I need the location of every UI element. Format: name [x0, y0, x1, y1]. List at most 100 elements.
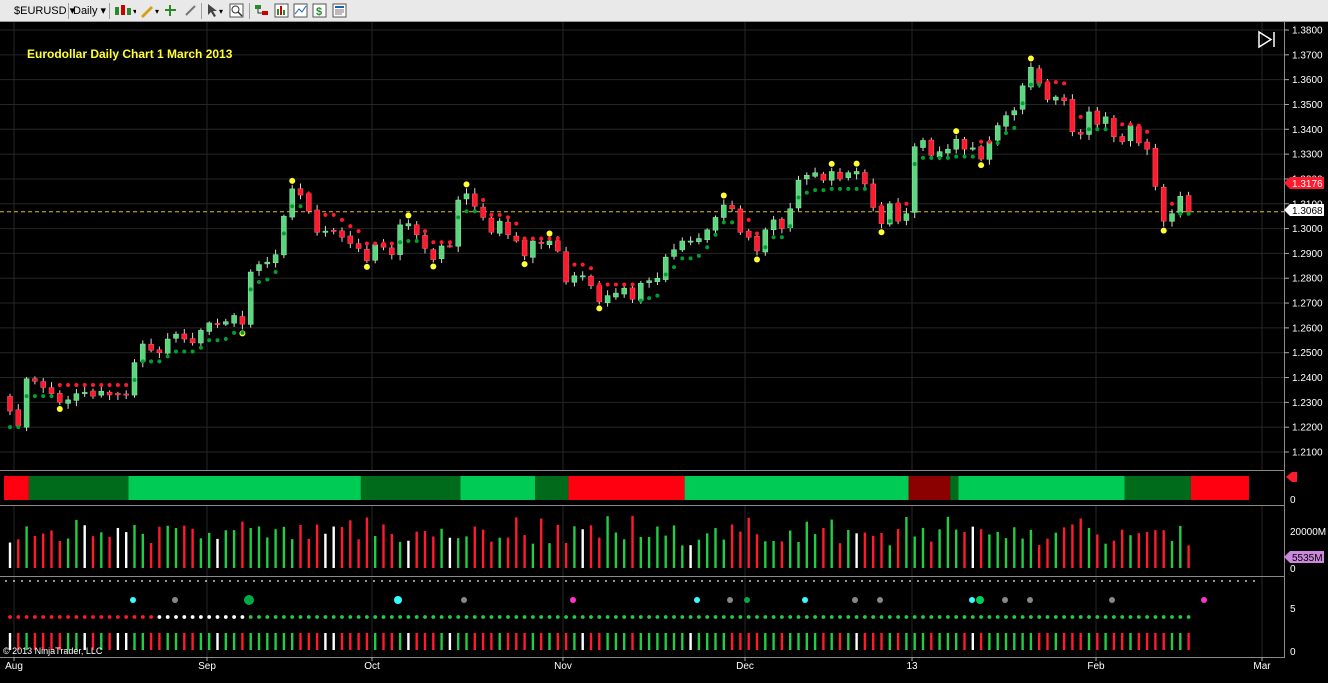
indicator-segment: [28, 476, 129, 500]
crosshair-icon[interactable]: [163, 3, 178, 18]
lower-tick-label: 5: [1290, 604, 1296, 615]
lower-bar: [1029, 633, 1033, 650]
svg-text:▾: ▾: [133, 7, 136, 16]
candle-body: [795, 179, 802, 209]
lower-dot: [282, 615, 286, 619]
lower-dot: [813, 615, 817, 619]
candle-body: [1077, 132, 1084, 135]
volume-bar: [921, 527, 925, 568]
lower-dot: [157, 615, 162, 619]
pointer-icon[interactable]: ▾: [206, 3, 226, 18]
lower-bar: [772, 633, 775, 650]
lower-bar: [531, 633, 535, 650]
panel-dot: [373, 580, 375, 582]
candle-body: [770, 219, 777, 230]
scroll-to-end-icon[interactable]: [1258, 30, 1275, 49]
period-selector[interactable]: Daily ▾: [73, 3, 106, 19]
swing-high-marker: [289, 177, 296, 184]
volume-bar: [739, 531, 742, 568]
panel-dot: [1005, 580, 1007, 582]
panel-dot: [725, 580, 727, 582]
stop-dot: [970, 154, 975, 159]
lower-dot: [937, 615, 942, 619]
panel-dot: [605, 580, 607, 582]
lower-dot: [1029, 615, 1033, 619]
strategy-icon[interactable]: [254, 3, 269, 18]
lower-dot: [91, 615, 95, 619]
volume-bar: [208, 532, 211, 568]
indicators-icon[interactable]: [274, 3, 289, 18]
swing-low-marker: [521, 261, 528, 268]
candle-body: [156, 349, 163, 353]
volume-bar: [1179, 525, 1182, 568]
pencil-icon[interactable]: ▾: [139, 3, 161, 18]
stop-dot: [547, 236, 552, 241]
panel-dot: [813, 580, 815, 582]
lower-dot: [663, 615, 668, 619]
toolbar-separator: [68, 3, 69, 19]
magnet-icon[interactable]: [183, 3, 198, 18]
panel-dot: [997, 580, 999, 582]
candle-body: [438, 245, 445, 259]
volume-bar: [448, 537, 452, 568]
candle-body: [970, 147, 976, 150]
candle-body: [1127, 125, 1134, 142]
time-tick-label: Aug: [5, 661, 23, 672]
lower-dot: [589, 615, 593, 619]
stop-dot: [530, 236, 535, 241]
lower-dot: [912, 615, 917, 619]
lower-dot: [547, 615, 552, 619]
panel-dot: [677, 580, 679, 582]
panel-dot: [149, 580, 151, 582]
volume-bar: [465, 536, 468, 568]
panel-dot: [565, 580, 567, 582]
volume-bar: [91, 536, 95, 568]
dollar-icon[interactable]: $: [312, 3, 327, 18]
lower-dot: [771, 615, 776, 619]
lower-dot: [1186, 615, 1191, 619]
panel-dot: [597, 580, 599, 582]
lower-dot: [622, 615, 627, 619]
lower-bar: [556, 633, 559, 650]
panel-dot: [573, 580, 575, 582]
panel-dot: [1141, 580, 1143, 582]
lower-bar: [116, 633, 120, 650]
volume-bar: [365, 517, 369, 568]
stop-dot: [572, 262, 577, 267]
volume-bar: [955, 529, 958, 568]
price-tick-label: 1.2500: [1292, 348, 1323, 359]
stop-dot: [672, 265, 676, 270]
stop-dot: [57, 382, 62, 387]
volume-bar: [133, 525, 136, 568]
panel-dot: [165, 580, 167, 582]
lower-bar: [880, 633, 883, 650]
panel-dot: [877, 580, 879, 582]
volume-bar: [830, 519, 833, 568]
panel-dot: [277, 580, 279, 582]
lower-dot: [99, 615, 104, 619]
swing-low-marker: [56, 406, 63, 413]
chart-icon[interactable]: [293, 3, 308, 18]
lower-dot: [746, 615, 751, 619]
stop-dot: [49, 394, 54, 399]
chart-area[interactable]: 1.38001.37001.36001.35001.34001.33001.32…: [0, 22, 1328, 678]
bar-style-icon[interactable]: ▾: [114, 3, 136, 18]
toolbar-separator: [201, 3, 202, 19]
instrument-selector[interactable]: $EURUSD ▾: [14, 3, 75, 19]
panel-dot: [461, 580, 463, 582]
chart-canvas[interactable]: 1.38001.37001.36001.35001.34001.33001.32…: [0, 22, 1328, 678]
indicator-segment: [908, 476, 951, 500]
lower-dot: [854, 615, 859, 619]
lower-bar: [398, 633, 402, 650]
properties-icon[interactable]: [332, 3, 347, 18]
stop-dot: [1120, 122, 1125, 127]
lower-dot: [1120, 615, 1125, 619]
signal-marker: [852, 597, 858, 603]
lower-dot: [132, 615, 137, 619]
lower-dot: [896, 615, 900, 619]
lower-dot: [1112, 615, 1116, 619]
zoom-icon[interactable]: [229, 3, 244, 18]
lower-bar: [896, 633, 900, 650]
panel-dot: [965, 580, 967, 582]
panel-dot: [53, 580, 55, 582]
